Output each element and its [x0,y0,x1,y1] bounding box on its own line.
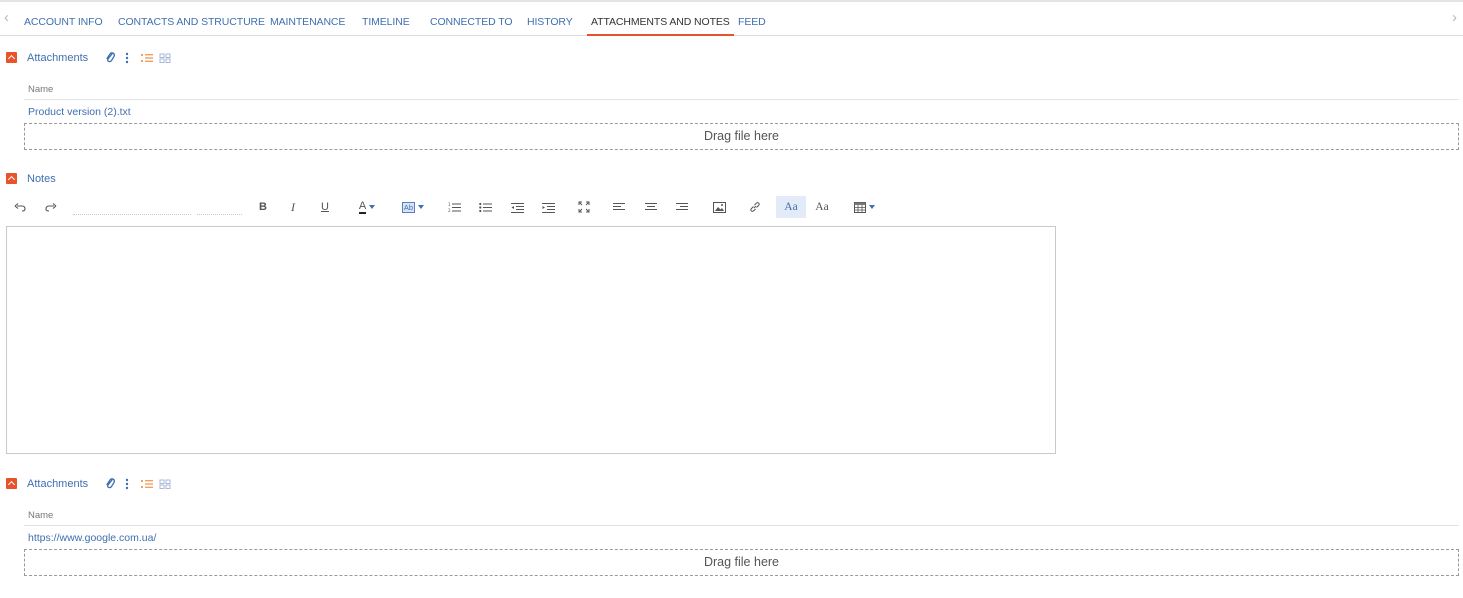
attachment-link[interactable]: Product version (2).txt [28,106,131,118]
underline-button[interactable]: U [314,196,336,218]
text-style-button-active[interactable]: Aa [776,196,806,218]
attachments-section-header: Attachments [6,51,186,67]
chevron-down-icon [418,205,425,209]
align-right-icon[interactable] [671,196,693,218]
collapse-icon[interactable] [6,173,17,184]
tab-bar: ‹ ACCOUNT INFO CONTACTS AND STRUCTURE MA… [0,2,1463,36]
italic-button[interactable]: I [282,196,304,218]
undo-icon[interactable] [9,196,31,218]
align-left-icon[interactable] [608,196,630,218]
chevron-down-icon [369,205,376,209]
list-view-icon[interactable] [140,477,154,491]
insert-image-icon[interactable] [708,196,730,218]
column-divider [24,525,1459,526]
column-header-name[interactable]: Name [28,510,53,521]
insert-table-button[interactable] [849,196,879,218]
column-divider [24,99,1459,100]
chevron-down-icon [868,205,875,209]
tab-scroll-right-icon[interactable]: › [1452,10,1457,26]
tab-timeline[interactable]: TIMELINE [362,2,410,36]
more-vertical-icon[interactable] [124,477,138,491]
attachments-title[interactable]: Attachments [27,477,88,491]
svg-text:1: 1 [448,202,451,207]
notes-editor[interactable] [6,226,1056,454]
tile-view-icon[interactable] [158,51,172,65]
outdent-icon[interactable] [506,196,528,218]
tile-view-icon[interactable] [158,477,172,491]
align-center-icon[interactable] [640,196,662,218]
more-vertical-icon[interactable] [124,51,138,65]
font-family-select[interactable] [73,214,191,215]
collapse-icon[interactable] [6,52,17,63]
highlight-color-button[interactable]: Ab [397,196,429,218]
tab-scroll-left-icon[interactable]: ‹ [4,10,9,26]
bullet-list-icon[interactable] [474,196,496,218]
fullscreen-icon[interactable] [573,196,595,218]
highlight-label: Ab [401,201,416,213]
paperclip-icon[interactable] [104,51,118,65]
file-dropzone[interactable]: Drag file here [24,123,1459,150]
attachment-link[interactable]: https://www.google.com.ua/ [28,532,156,544]
notes-section-header: Notes [6,172,126,188]
tab-attachments-and-notes[interactable]: ATTACHMENTS AND NOTES [587,2,734,36]
font-size-select[interactable] [197,214,242,215]
notes-title[interactable]: Notes [27,172,56,186]
attachments-title[interactable]: Attachments [27,51,88,65]
tab-account-info[interactable]: ACCOUNT INFO [24,2,103,36]
tab-maintenance[interactable]: MAINTENANCE [270,2,345,36]
indent-icon[interactable] [537,196,559,218]
link-icon[interactable] [744,196,766,218]
font-color-button[interactable]: A [351,196,383,218]
tab-feed[interactable]: FEED [738,2,766,36]
bold-button[interactable]: B [252,196,274,218]
tab-contacts-and-structure[interactable]: CONTACTS AND STRUCTURE [118,2,265,36]
svg-text:2: 2 [448,208,451,213]
file-dropzone[interactable]: Drag file here [24,549,1459,576]
numbered-list-icon[interactable]: 12 [443,196,465,218]
collapse-icon[interactable] [6,478,17,489]
text-style-button[interactable]: Aa [811,196,833,218]
list-view-icon[interactable] [140,51,154,65]
paperclip-icon[interactable] [104,477,118,491]
tab-connected-to[interactable]: CONNECTED TO [430,2,513,36]
font-color-label: A [358,199,367,214]
tab-history[interactable]: HISTORY [527,2,573,36]
notes-toolbar: B I U A Ab 12 Aa Aa [6,196,1056,218]
redo-icon[interactable] [40,196,62,218]
table-icon [853,201,866,213]
column-header-name[interactable]: Name [28,84,53,95]
attachments-section-header: Attachments [6,477,186,493]
